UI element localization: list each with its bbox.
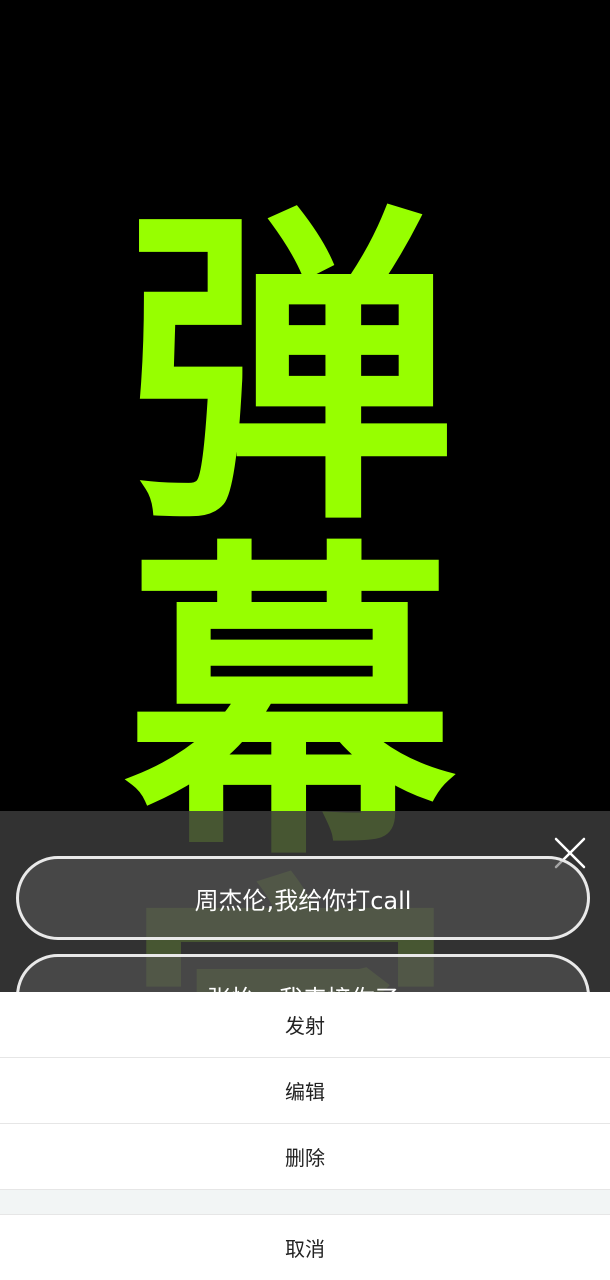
danmaku-list-item[interactable]: 张怡，我来接你了: [16, 954, 590, 992]
danmaku-item-label: 张怡，我来接你了: [207, 979, 399, 993]
edit-button[interactable]: 编辑: [0, 1058, 610, 1124]
danmaku-list-panel: 周杰伦,我给你打call 张怡，我来接你了: [0, 811, 610, 992]
danmaku-item-label: 周杰伦,我给你打call: [194, 886, 412, 915]
send-button[interactable]: 发射: [0, 992, 610, 1058]
cancel-label: 取消: [285, 1237, 325, 1261]
send-label: 发射: [285, 1014, 325, 1038]
danmaku-list-item[interactable]: 周杰伦,我给你打call: [16, 856, 590, 940]
action-sheet: 发射 编辑 删除 取消: [0, 992, 610, 1280]
edit-label: 编辑: [285, 1080, 325, 1104]
sheet-divider: [0, 1190, 610, 1215]
preview-char: 弹: [125, 180, 455, 564]
delete-button[interactable]: 删除: [0, 1124, 610, 1190]
delete-label: 删除: [285, 1146, 325, 1170]
cancel-button[interactable]: 取消: [0, 1215, 610, 1280]
